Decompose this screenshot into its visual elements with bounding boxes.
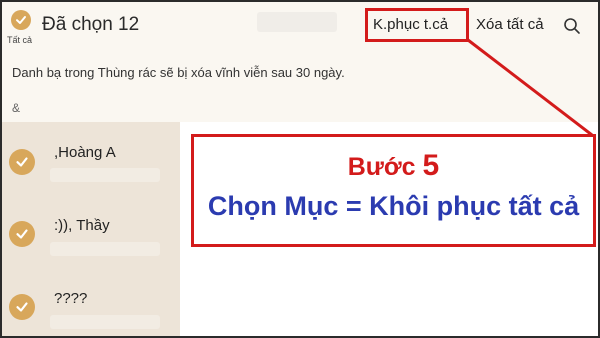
item-checkbox[interactable]	[9, 149, 35, 175]
checkmark-icon	[16, 16, 26, 24]
checkmark-icon	[16, 157, 28, 167]
blurred-detail	[50, 168, 160, 182]
item-checkbox[interactable]	[9, 221, 35, 247]
contact-list: ,Hoàng A :)), Thầy ????	[2, 122, 180, 336]
step-instruction: Chọn Mục = Khôi phục tất cả	[207, 191, 580, 221]
blurred-area	[257, 12, 337, 32]
blurred-detail	[50, 315, 160, 329]
checkmark-icon	[16, 229, 28, 239]
step-prefix: Bước	[347, 153, 416, 181]
selection-count-title: Đã chọn 12	[42, 14, 140, 35]
checkmark-icon	[16, 302, 28, 312]
trash-notice: Danh bạ trong Thùng rác sẽ bị xóa vĩnh v…	[12, 65, 345, 80]
app-header: Tất cả Đã chọn 12 K.phục t.cả Xóa tất cả	[2, 2, 598, 58]
list-item[interactable]: ????	[2, 268, 180, 336]
instruction-callout: Bước 5 Chọn Mục = Khôi phục tất cả	[191, 134, 596, 247]
item-checkbox[interactable]	[9, 294, 35, 320]
highlight-box	[365, 8, 469, 42]
select-all-label: Tất cả	[7, 35, 33, 45]
blurred-detail	[50, 242, 160, 256]
step-heading: Bước 5	[194, 149, 593, 183]
contact-name: ,Hoàng A	[54, 144, 116, 161]
contact-name: :)), Thầy	[54, 217, 110, 234]
contact-name: ????	[54, 290, 88, 307]
step-number: 5	[422, 149, 440, 182]
screen-frame: Tất cả Đã chọn 12 K.phục t.cả Xóa tất cả…	[0, 0, 600, 338]
list-item[interactable]: ,Hoàng A	[2, 122, 180, 194]
list-item[interactable]: :)), Thầy	[2, 195, 180, 267]
section-header: &	[12, 101, 21, 115]
delete-all-button[interactable]: Xóa tất cả	[476, 16, 544, 33]
search-icon[interactable]	[563, 17, 581, 35]
select-all-checkbox[interactable]	[11, 10, 31, 30]
